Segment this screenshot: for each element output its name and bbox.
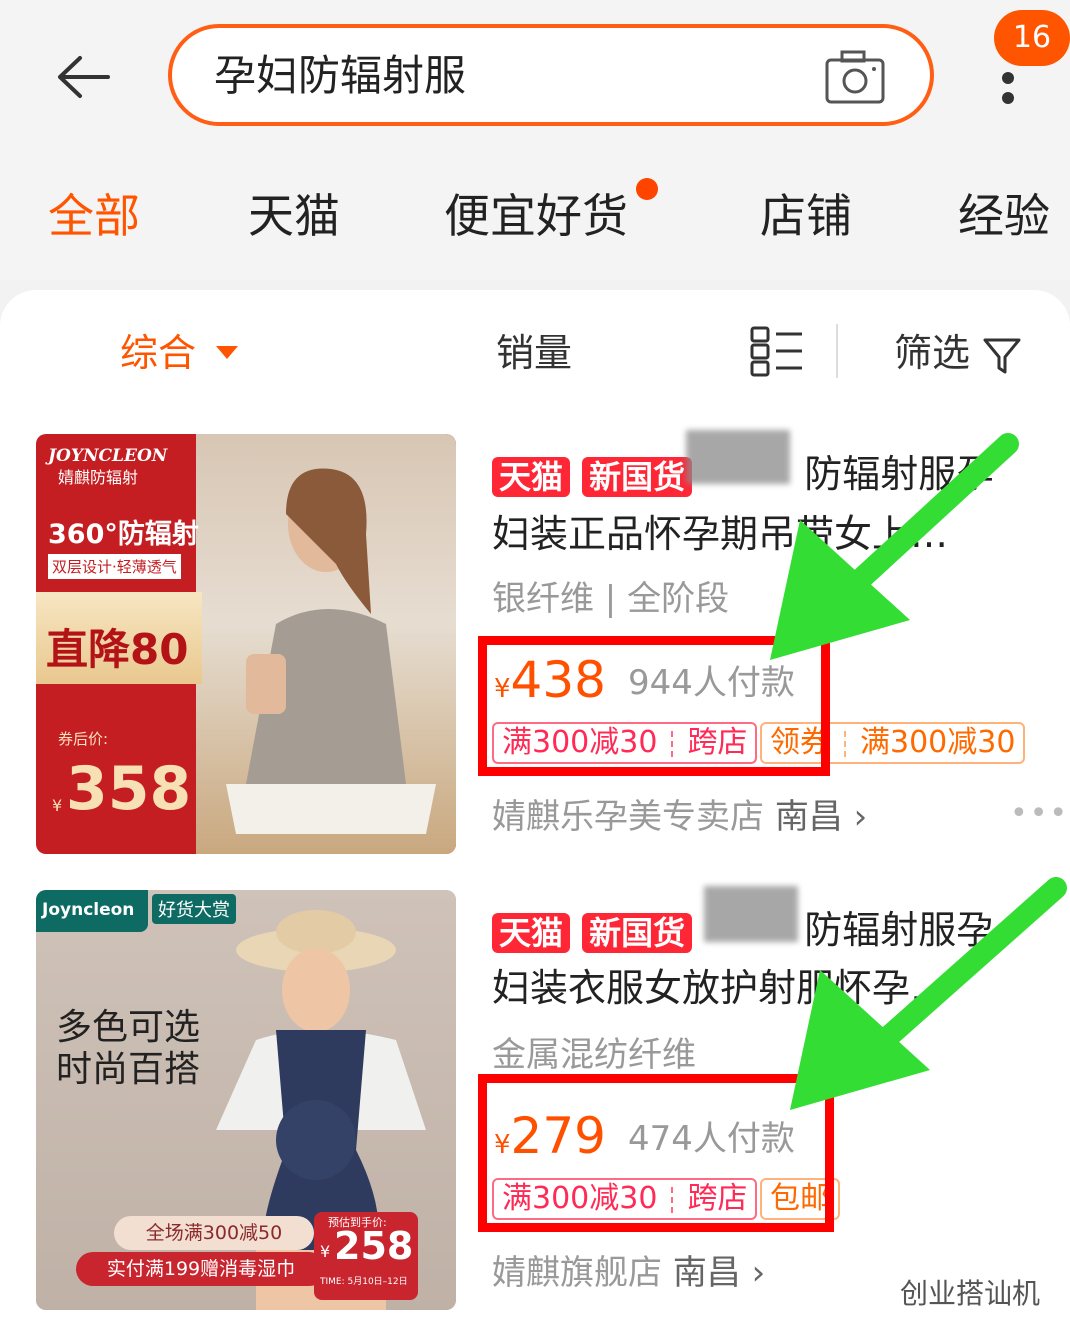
green-arrow-icon [770,433,1019,660]
annotation-arrows [770,433,1067,1110]
watermark: 创业搭讪机 [900,1277,1041,1310]
green-arrow-icon [790,877,1067,1110]
